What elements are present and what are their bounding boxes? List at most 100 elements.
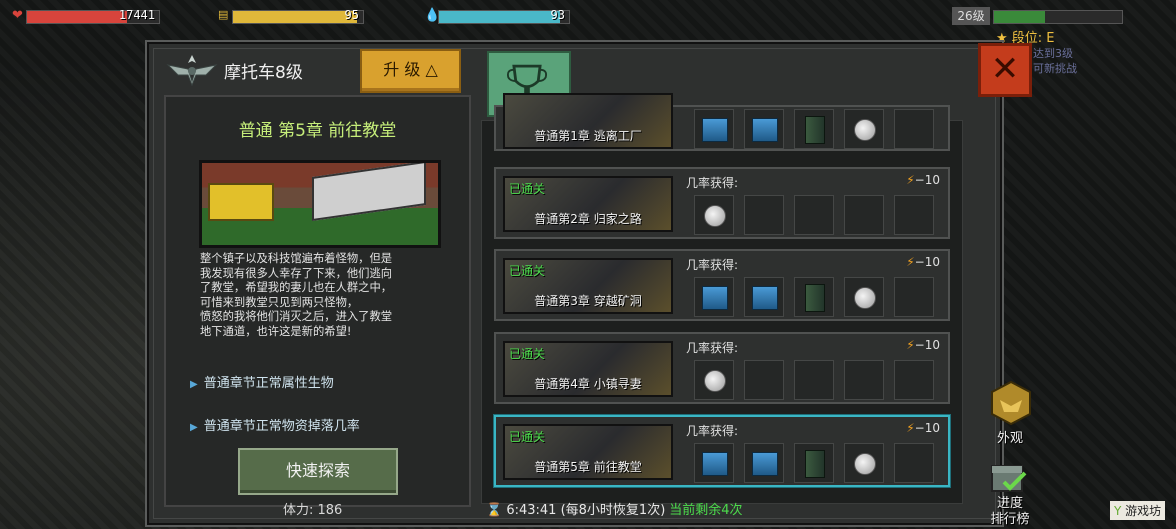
calendar-check-icon[interactable] [990,461,1028,493]
story-line: 可惜来到教堂只见到两只怪物， [200,295,359,309]
empty-slot [844,360,884,400]
empty-slot [894,360,934,400]
story-line: 我发现有很多人幸存了下来，他们逃向 [200,266,393,280]
stage-name: 普通第1章 逃离工厂 [534,129,642,143]
chapter-title: 普通 第5章 前往教堂 [238,121,397,141]
empty-slot [744,195,784,235]
upgrade-button[interactable]: 升 级 △ [360,49,461,93]
stage-card[interactable]: 已通关 普通第5章 前往教堂 几率获得: ⚡−10 [494,415,950,487]
story-line: 地下通道，也许这是新的希望! [200,324,352,338]
energy-cost: ⚡−10 [906,173,940,187]
triangle-right-icon: ▶ [190,422,198,433]
water-bar-fill [439,11,560,23]
food-icon: ▤ [218,8,229,21]
y-logo-icon: Y [1114,504,1122,518]
xp-bar-fill [994,11,1046,23]
cleared-badge: 已通关 [509,347,546,361]
stage-name: 普通第2章 归家之路 [534,212,642,226]
cost-value: −10 [914,338,940,352]
info-bullet-drops: ▶ 普通章节正常物资掉落几率 [190,415,360,434]
cleared-badge: 已通关 [509,264,546,278]
stage-name: 普通第5章 前往教堂 [534,460,642,474]
energy-cost: ⚡−10 [906,255,940,269]
school-sign-shape [312,163,426,222]
coin-icon [844,277,884,317]
chapter-illustration [199,160,441,248]
info-bullet-monsters: ▶ 普通章节正常属性生物 [190,372,334,391]
heart-icon: ❤ [12,8,23,23]
story-line: 愤怒的我将他们消灭之后，进入了教堂 [200,310,393,324]
item-icon [794,277,834,317]
stage-thumbnail: 已通关普通第3章 穿越矿洞 [503,258,673,314]
empty-slot [894,109,934,149]
bolt-icon: ⚡ [906,338,915,352]
drop-chance-label: 几率获得: [686,424,739,438]
item-icon [694,109,734,149]
appearance-icon[interactable] [988,380,1034,426]
winged-emblem-icon [166,55,218,87]
hourglass-icon: ⌛ [486,503,503,518]
item-icon [744,277,784,317]
coin-icon [844,109,884,149]
cleared-badge: 已通关 [509,430,546,444]
empty-slot [894,277,934,317]
hp-bar-fill [27,11,128,23]
stage-card[interactable]: 已通关 普通第4章 小镇寻妻 几率获得: ⚡−10 [494,332,950,404]
stage-thumbnail: 已通关普通第5章 前往教堂 [503,424,673,480]
bolt-icon: ⚡ [906,173,915,187]
hp-value: 17441 [118,8,155,22]
stage-card[interactable]: 普通第1章 逃离工厂 [494,93,950,151]
drop-chance-label: 几率获得: [686,341,739,355]
rank-hint-1: 达到3级 [1033,47,1073,60]
upgrade-label: 升 级 [383,60,421,79]
empty-slot [844,195,884,235]
xp-bar [993,10,1123,24]
drop-chance-label: 几率获得: [686,176,739,190]
triangle-up-icon: △ [425,60,438,79]
energy-bar: 95 [232,8,364,24]
story-line: 了教堂，希望我的妻儿也在人群之中， [200,281,393,295]
coin-icon [694,360,734,400]
stage-thumbnail: 已通关普通第4章 小镇寻妻 [503,341,673,397]
timer-text: 6:43:41 (每8小时恢复1次) [506,503,666,518]
stage-thumbnail: 普通第1章 逃离工厂 [503,93,673,149]
close-icon: ✕ [990,49,1020,89]
stamina-label: 体力: 186 [283,503,343,518]
item-icon [794,443,834,483]
item-icon [694,443,734,483]
empty-slot [794,195,834,235]
appearance-label[interactable]: 外观 [980,427,1040,446]
item-icon [794,109,834,149]
stage-card[interactable]: 已通关 普通第2章 归家之路 几率获得: ⚡−10 [494,167,950,239]
refresh-timer: ⌛ 6:43:41 (每8小时恢复1次) 当前剩余4次 [486,499,743,518]
cost-value: −10 [914,173,940,187]
energy-cost: ⚡−10 [906,338,940,352]
story-line: 整个镇子以及科技馆遍布着怪物，但是 [200,252,393,265]
close-button[interactable]: ✕ [978,43,1032,97]
vehicle-title: 摩托车8级 [224,63,303,83]
watermark-text: 游戏坊 [1125,504,1162,518]
watermark-logo: Y 游戏坊 [1110,501,1166,520]
cost-value: −10 [914,421,940,435]
bolt-icon: ⚡ [906,255,915,269]
remaining-count: 当前剩余4次 [669,503,743,518]
stage-name: 普通第4章 小镇寻妻 [534,377,642,391]
player-level: 26级 [952,7,990,25]
coin-icon [694,195,734,235]
stage-card[interactable]: 已通关 普通第3章 穿越矿洞 几率获得: ⚡−10 [494,249,950,321]
item-icon [744,109,784,149]
empty-slot [894,443,934,483]
leaderboard-label[interactable]: 排行榜 [980,508,1040,527]
stage-thumbnail: 已通关普通第2章 归家之路 [503,176,673,232]
bullet-text: 普通章节正常物资掉落几率 [203,419,360,434]
cost-value: −10 [914,255,940,269]
energy-value: 95 [344,8,359,22]
stage-name: 普通第3章 穿越矿洞 [534,294,642,308]
empty-slot [894,195,934,235]
bullet-text: 普通章节正常属性生物 [203,376,334,391]
chapter-story: 整个镇子以及科技馆遍布着怪物，但是 我发现有很多人幸存了下来，他们逃向 了教堂，… [200,252,436,340]
bus-shape [208,183,274,221]
quick-explore-button[interactable]: 快速探索 [238,448,398,495]
energy-bar-fill [233,11,357,23]
cleared-badge: 已通关 [509,182,546,196]
